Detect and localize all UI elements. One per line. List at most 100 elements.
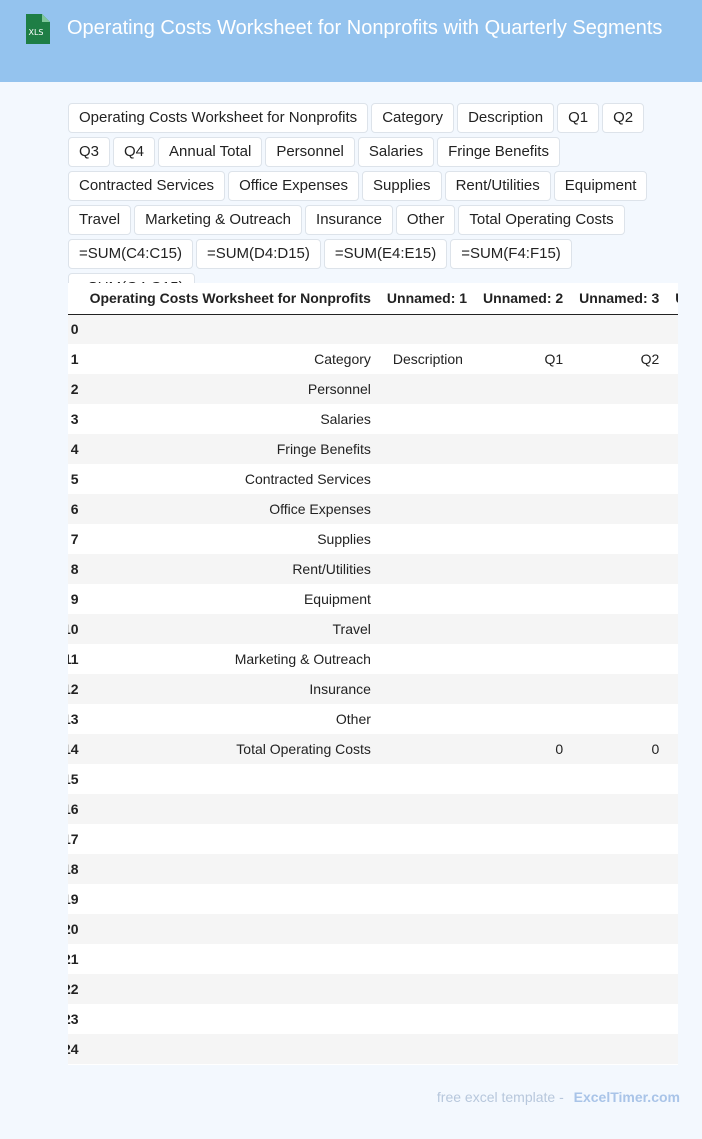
table-cell[interactable]: Q3 xyxy=(669,344,678,374)
table-cell[interactable] xyxy=(477,854,574,884)
table-cell[interactable] xyxy=(83,914,381,944)
table-cell[interactable] xyxy=(380,1004,478,1034)
table-cell[interactable] xyxy=(573,464,670,494)
table-cell[interactable]: Supplies xyxy=(83,524,381,554)
table-cell[interactable]: Marketing & Outreach xyxy=(83,644,381,674)
table-cell[interactable]: Travel xyxy=(83,614,381,644)
table-cell[interactable] xyxy=(477,944,574,974)
table-cell[interactable] xyxy=(669,374,678,404)
table-cell[interactable]: Equipment xyxy=(83,584,381,614)
table-cell[interactable]: Q1 xyxy=(477,344,574,374)
table-cell[interactable] xyxy=(380,374,478,404)
table-cell[interactable] xyxy=(380,794,478,824)
table-cell[interactable] xyxy=(669,1034,678,1064)
table-cell[interactable]: Q2 xyxy=(573,344,670,374)
table-cell[interactable] xyxy=(83,884,381,914)
table-cell[interactable] xyxy=(669,884,678,914)
table-cell[interactable] xyxy=(477,1034,574,1064)
table-cell[interactable] xyxy=(477,884,574,914)
table-cell[interactable] xyxy=(380,764,478,794)
table-cell[interactable]: Contracted Services xyxy=(83,464,381,494)
table-cell[interactable] xyxy=(669,404,678,434)
table-cell[interactable] xyxy=(669,584,678,614)
table-cell[interactable] xyxy=(83,314,381,344)
table-cell[interactable] xyxy=(380,584,478,614)
table-cell[interactable] xyxy=(573,974,670,1004)
table-cell[interactable] xyxy=(380,914,478,944)
table-cell[interactable] xyxy=(477,464,574,494)
table-cell[interactable] xyxy=(380,1034,478,1064)
table-cell[interactable] xyxy=(380,884,478,914)
table-cell[interactable] xyxy=(380,554,478,584)
table-cell[interactable] xyxy=(477,824,574,854)
table-cell[interactable] xyxy=(669,854,678,884)
table-cell[interactable] xyxy=(380,854,478,884)
table-cell[interactable] xyxy=(573,584,670,614)
table-cell[interactable] xyxy=(477,554,574,584)
table-cell[interactable]: Total Operating Costs xyxy=(83,734,381,764)
table-cell[interactable] xyxy=(669,554,678,584)
table-cell[interactable] xyxy=(477,374,574,404)
table-cell[interactable]: Description xyxy=(380,344,478,374)
table-cell[interactable] xyxy=(477,704,574,734)
table-cell[interactable] xyxy=(83,944,381,974)
table-cell[interactable] xyxy=(669,914,678,944)
table-cell[interactable] xyxy=(669,704,678,734)
table-cell[interactable] xyxy=(573,404,670,434)
table-cell[interactable] xyxy=(477,1004,574,1034)
table-cell[interactable] xyxy=(380,614,478,644)
table-cell[interactable] xyxy=(669,1004,678,1034)
table-cell[interactable] xyxy=(573,674,670,704)
table-cell[interactable] xyxy=(573,494,670,524)
table-cell[interactable] xyxy=(669,314,678,344)
table-cell[interactable] xyxy=(573,374,670,404)
table-cell[interactable] xyxy=(83,794,381,824)
table-cell[interactable] xyxy=(573,554,670,584)
table-cell[interactable] xyxy=(477,644,574,674)
table-cell[interactable] xyxy=(380,704,478,734)
table-cell[interactable] xyxy=(573,1034,670,1064)
table-cell[interactable] xyxy=(83,974,381,1004)
table-cell[interactable] xyxy=(477,614,574,644)
table-cell[interactable]: 0 xyxy=(573,734,670,764)
table-cell[interactable] xyxy=(573,884,670,914)
table-cell[interactable] xyxy=(573,524,670,554)
table-cell[interactable] xyxy=(573,434,670,464)
table-cell[interactable] xyxy=(669,974,678,1004)
table-cell[interactable] xyxy=(477,524,574,554)
table-cell[interactable] xyxy=(477,314,574,344)
table-cell[interactable] xyxy=(573,614,670,644)
table-cell[interactable] xyxy=(380,824,478,854)
table-cell[interactable] xyxy=(477,914,574,944)
table-cell[interactable] xyxy=(380,434,478,464)
table-cell[interactable]: Rent/Utilities xyxy=(83,554,381,584)
table-cell[interactable] xyxy=(669,614,678,644)
table-cell[interactable] xyxy=(380,644,478,674)
table-cell[interactable] xyxy=(573,914,670,944)
table-cell[interactable] xyxy=(669,494,678,524)
table-cell[interactable] xyxy=(83,764,381,794)
table-cell[interactable]: Office Expenses xyxy=(83,494,381,524)
table-cell[interactable] xyxy=(669,764,678,794)
table-cell[interactable] xyxy=(669,824,678,854)
table-cell[interactable] xyxy=(573,314,670,344)
table-cell[interactable] xyxy=(669,644,678,674)
table-cell[interactable] xyxy=(573,1004,670,1034)
table-cell[interactable] xyxy=(573,764,670,794)
table-cell[interactable] xyxy=(573,704,670,734)
table-cell[interactable] xyxy=(380,314,478,344)
table-cell[interactable] xyxy=(380,734,478,764)
table-cell[interactable] xyxy=(669,944,678,974)
table-cell[interactable]: Category xyxy=(83,344,381,374)
table-cell[interactable] xyxy=(669,464,678,494)
table-cell[interactable] xyxy=(477,494,574,524)
table-cell[interactable] xyxy=(669,434,678,464)
table-cell[interactable] xyxy=(380,524,478,554)
table-cell[interactable] xyxy=(477,434,574,464)
table-cell[interactable]: 0 xyxy=(669,734,678,764)
table-cell[interactable] xyxy=(380,974,478,1004)
table-cell[interactable] xyxy=(477,674,574,704)
table-cell[interactable] xyxy=(83,854,381,884)
table-cell[interactable]: Fringe Benefits xyxy=(83,434,381,464)
table-cell[interactable] xyxy=(83,1004,381,1034)
